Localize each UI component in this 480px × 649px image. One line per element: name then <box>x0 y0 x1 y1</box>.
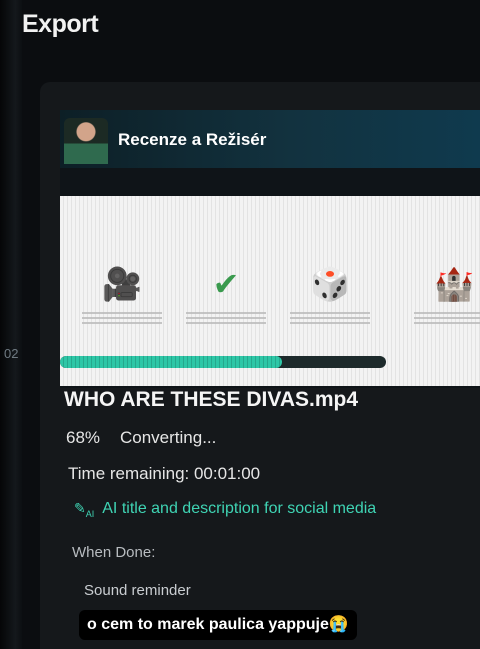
bezel-number: 02 <box>4 346 19 361</box>
dice-icon: 🎲 <box>310 266 350 302</box>
ai-pen-icon: ✎AI <box>74 500 95 519</box>
progress-percent: 68% <box>66 428 101 447</box>
slide-caption <box>186 312 266 326</box>
ai-icon-label: AI <box>85 508 95 519</box>
monitor-bezel: 02 <box>0 0 22 649</box>
export-status: Converting... <box>120 428 217 447</box>
file-name: WHO ARE THESE DIVAS.mp4 <box>64 388 359 411</box>
slide-item-dice: 🎲 <box>290 266 370 326</box>
avatar <box>64 118 108 164</box>
export-dialog: Recenze a Režisér 🎥 ✔ 🎲 🏰 WHO ARE THESE <box>40 82 480 649</box>
video-camera-icon: 🎥 <box>102 266 142 302</box>
export-progress-bar <box>60 356 386 368</box>
video-preview: Recenze a Režisér 🎥 ✔ 🎲 🏰 <box>60 110 480 388</box>
slide-caption <box>414 312 480 326</box>
when-done-option[interactable]: Sound reminder <box>84 582 191 599</box>
ai-title-label: AI title and description for social medi… <box>102 500 377 517</box>
castle-icon: 🏰 <box>434 266 474 302</box>
slide-item-check: ✔ <box>186 266 266 326</box>
export-progress-fill <box>60 356 282 368</box>
slide-caption <box>82 312 162 326</box>
ai-title-link[interactable]: ✎AI AI title and description for social m… <box>74 500 376 519</box>
channel-title: Recenze a Režisér <box>118 130 267 149</box>
preview-header: Recenze a Režisér <box>60 110 480 168</box>
window-title: Export <box>22 10 99 38</box>
when-done-label: When Done: <box>72 544 156 561</box>
checkmark-icon: ✔ <box>212 266 240 302</box>
time-remaining: Time remaining: 00:01:00 <box>68 464 261 483</box>
slide-caption <box>290 312 370 326</box>
overlay-caption: o cem to marek paulica yappuje😭 <box>79 610 357 640</box>
slide-item-castle: 🏰 <box>414 266 480 326</box>
slide-item-camera: 🎥 <box>82 266 162 326</box>
